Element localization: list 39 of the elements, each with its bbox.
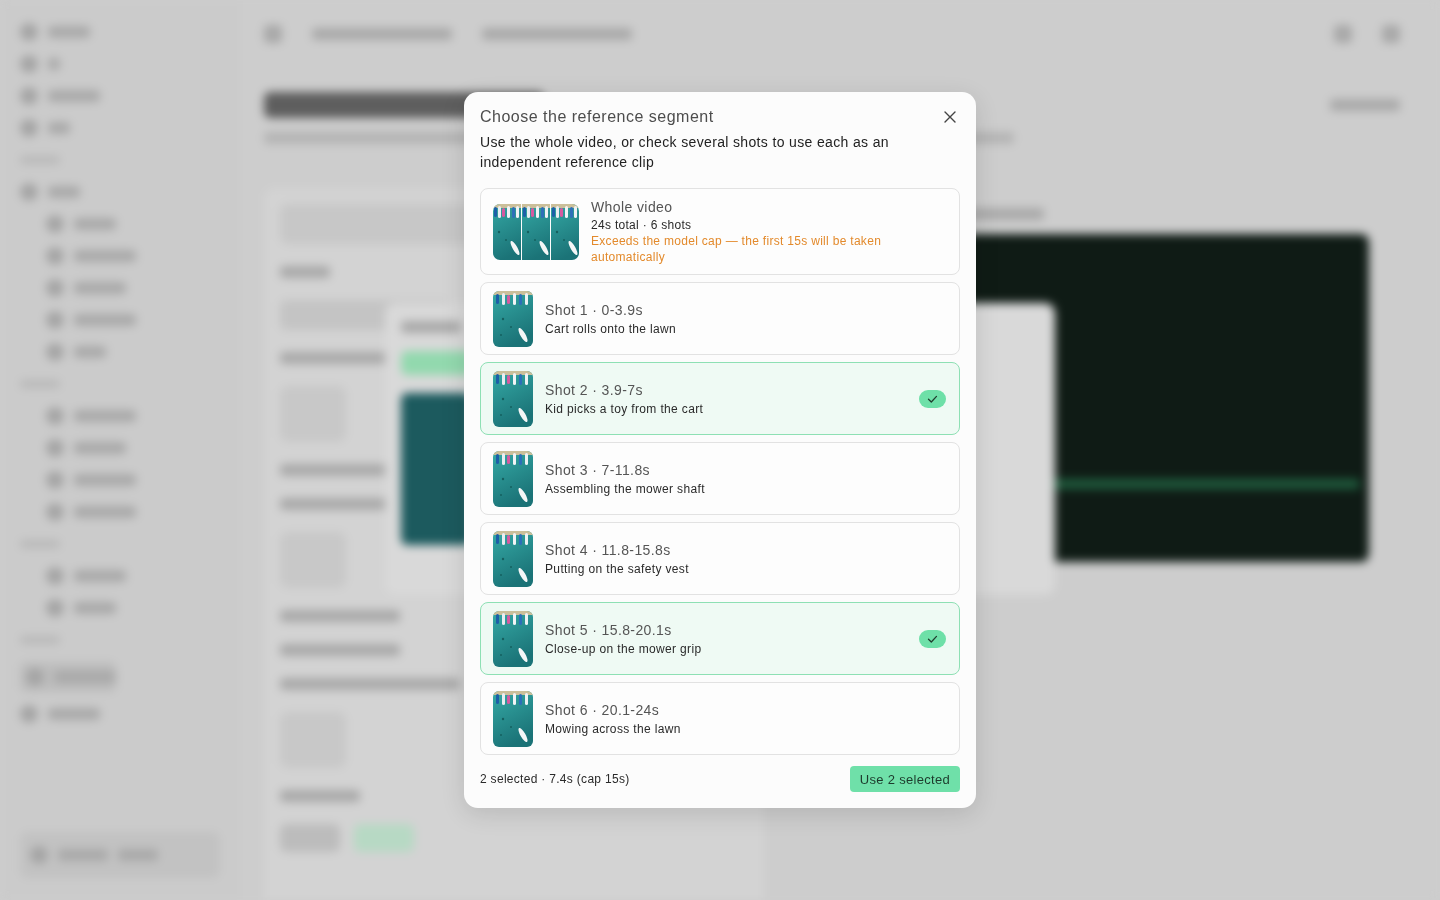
option-title: Shot 5 · 15.8-20.1s [545,621,672,640]
video-thumbnail [493,203,521,260]
option-caption: Kid picks a toy from the cart [545,401,704,417]
use-selected-button[interactable]: Use 2 selected [849,766,960,792]
dialog-description: Use the whole video, or check several shots to use each as an independent reference clip [480,133,890,172]
video-thumbnail [493,371,533,427]
video-thumbnail [493,691,533,747]
option-caption: Cart rolls onto the lawn [545,321,677,337]
option-title: Shot 6 · 20.1-24s [545,701,660,720]
option-title: Shot 4 · 11.8-15.8s [545,541,671,560]
close-button[interactable] [944,111,956,123]
video-thumbnail [493,611,533,667]
check-icon [919,630,946,648]
option-caption: Putting on the safety vest [545,561,689,577]
option-title: Shot 2 · 3.9-7s [545,381,643,400]
shot-option[interactable]: Shot 2 · 3.9-7s Kid picks a toy from the cart [480,362,960,435]
shot-option[interactable]: Shot 6 · 20.1-24s Mowing across the lawn [480,682,960,755]
option-caption: Assembling the mower shaft [545,481,705,497]
option-caption: Mowing across the lawn [545,721,681,737]
shot-option[interactable]: Shot 3 · 7-11.8s Assembling the mower shaft [480,442,960,515]
option-title: Shot 3 · 7-11.8s [545,461,650,480]
video-thumbnail [493,531,533,587]
option-title: Whole video [591,198,673,217]
video-thumbnail [522,203,550,260]
dialog-title: Choose the reference segment [480,107,714,127]
option-title: Shot 1 · 0-3.9s [545,301,643,320]
shot-option[interactable]: Shot 4 · 11.8-15.8s Putting on the safety vest [480,522,960,595]
selection-summary: 2 selected · 7.4s (cap 15s) [480,772,630,786]
video-thumbnail [551,203,579,260]
video-thumbnail [493,451,533,507]
shot-option[interactable]: Shot 5 · 15.8-20.1s Close-up on the mower grip [480,602,960,675]
close-icon [944,111,956,123]
video-thumbnail [493,291,533,347]
warning-text: Exceeds the model cap — the first 15s will be taken automatically [591,233,883,265]
shot-option[interactable]: Shot 1 · 0-3.9s Cart rolls onto the lawn [480,282,960,355]
option-meta: 24s total · 6 shots [591,217,692,233]
option-caption: Close-up on the mower grip [545,641,702,657]
check-icon [919,390,946,408]
whole-video-option[interactable]: Whole video 24s total · 6 shots Exceeds the model cap — the first 15s will be taken automatically [480,188,960,275]
